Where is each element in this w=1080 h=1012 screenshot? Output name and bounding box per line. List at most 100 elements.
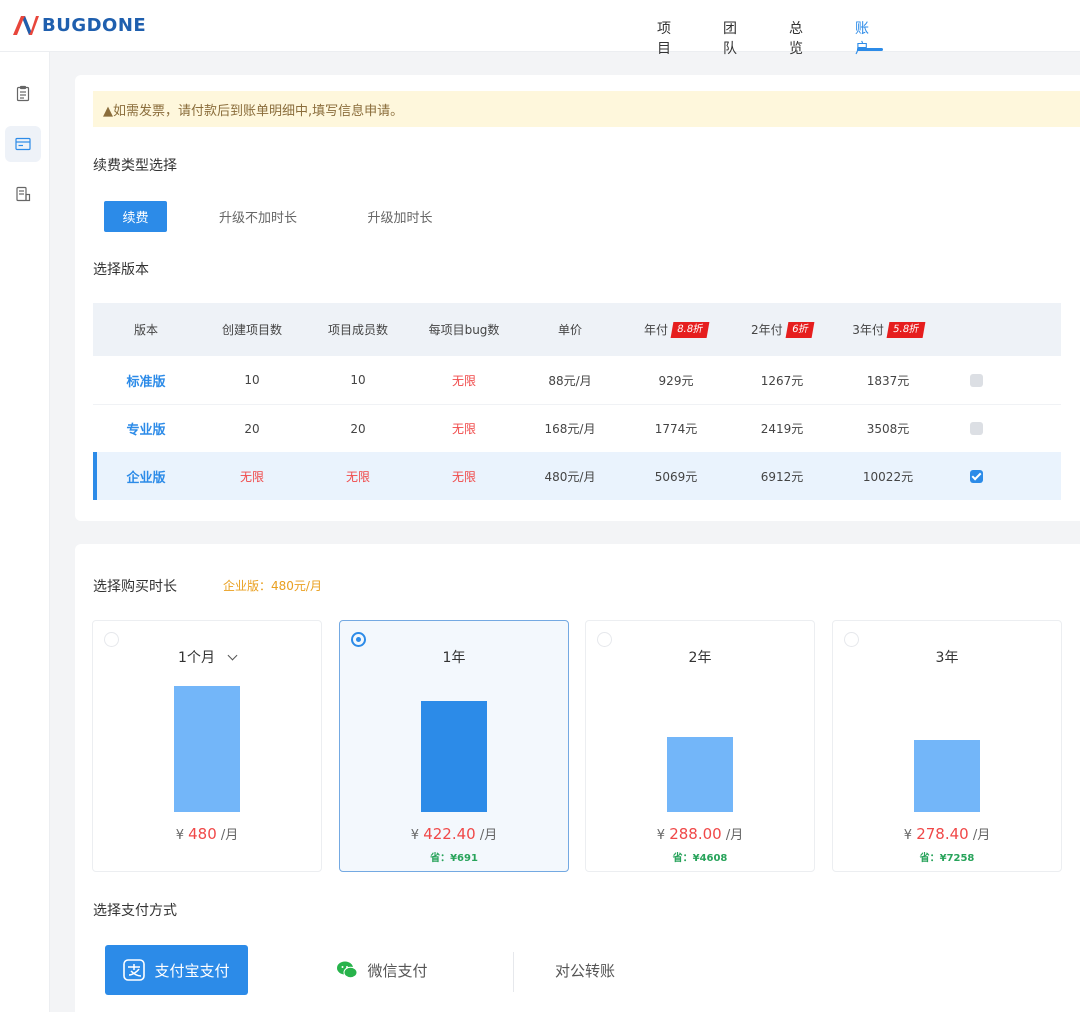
duration-radio[interactable] bbox=[104, 632, 119, 647]
duration-price: ¥ 288.00 /月 bbox=[586, 824, 814, 843]
price-unit: /月 bbox=[479, 828, 498, 843]
savings-prefix: 省：¥ bbox=[672, 853, 700, 864]
plan-members: 20 bbox=[350, 421, 366, 436]
wechat-icon bbox=[337, 961, 358, 979]
nav-item-projects[interactable]: 项目 bbox=[657, 18, 671, 58]
savings-value: 691 bbox=[457, 853, 478, 864]
sidebar-item-billing[interactable] bbox=[5, 126, 41, 162]
brand-name: BUGDONE bbox=[42, 14, 147, 36]
plan-checkbox[interactable] bbox=[969, 373, 983, 387]
plan-projects: 10 bbox=[244, 373, 260, 387]
price-value: 288.00 bbox=[669, 825, 722, 843]
col-header-2year: 2年付 6折 bbox=[729, 303, 835, 356]
duration-radio[interactable] bbox=[844, 632, 859, 647]
document-chart-icon bbox=[16, 186, 31, 202]
pay-option-bank-transfer[interactable]: 对公转账 bbox=[535, 945, 635, 995]
col-header-annual-label: 年付 bbox=[644, 323, 669, 337]
top-header: BUGDONE 项目 团队 总览 账户 bbox=[0, 0, 1080, 57]
plan-checkbox-cell bbox=[923, 356, 1029, 404]
savings-text: 省：¥4608 bbox=[586, 849, 814, 864]
col-header-edition: 版本 bbox=[133, 323, 158, 337]
plan-annual-price: 1774元 bbox=[654, 422, 698, 436]
sidebar-item-statements[interactable] bbox=[5, 176, 41, 212]
plan-name: 标准版 bbox=[126, 374, 166, 390]
plan-select-title: 选择版本 bbox=[93, 262, 149, 278]
duration-option-1month[interactable]: 1个月 ¥ 480 /月 bbox=[92, 620, 322, 872]
renewal-card: ▲如需发票，请付款后到账单明细中,填写信息申请。 续费类型选择 续费 升级不加时… bbox=[75, 75, 1080, 521]
chevron-down-icon[interactable] bbox=[227, 650, 238, 661]
duration-option-3year[interactable]: 3年 ¥ 278.40 /月 省：¥7258 bbox=[832, 620, 1062, 872]
plan-2year-price: 2419元 bbox=[760, 422, 804, 436]
price-bar bbox=[667, 737, 733, 812]
price-value: 278.40 bbox=[916, 825, 969, 843]
nav-active-indicator bbox=[857, 48, 883, 51]
price-unit: /月 bbox=[972, 828, 991, 843]
plan-bugs: 无限 bbox=[451, 373, 476, 388]
renew-option-renew[interactable]: 续费 bbox=[104, 201, 167, 232]
duration-label: 1个月 bbox=[178, 650, 215, 666]
table-row[interactable]: 专业版 20 20 无限 168元/月 1774元 2419元 3508元 bbox=[93, 404, 1061, 452]
duration-radio[interactable] bbox=[597, 632, 612, 647]
plan-2year-price: 1267元 bbox=[760, 373, 804, 388]
discount-badge: 8.8折 bbox=[670, 321, 710, 338]
plan-members: 10 bbox=[350, 373, 366, 387]
col-header-unit-price: 单价 bbox=[557, 323, 582, 337]
table-row[interactable]: 企业版 无限 无限 无限 480元/月 5069元 6912元 10022元 bbox=[93, 452, 1061, 500]
plan-2year-price: 6912元 bbox=[760, 469, 804, 484]
price-unit: /月 bbox=[725, 828, 744, 843]
plan-bugs: 无限 bbox=[451, 422, 476, 436]
renew-option-upgrade-with-time[interactable]: 升级加时长 bbox=[351, 201, 449, 232]
brand-logo[interactable]: BUGDONE bbox=[12, 14, 146, 36]
plan-annual-price: 5069元 bbox=[654, 469, 698, 484]
pay-option-label: 支付宝支付 bbox=[154, 961, 230, 980]
savings-value: 4608 bbox=[699, 853, 728, 864]
nav-item-overview[interactable]: 总览 bbox=[789, 18, 803, 58]
pay-option-alipay[interactable]: 支付宝支付 bbox=[105, 945, 248, 995]
sidebar bbox=[0, 52, 50, 1012]
card-icon bbox=[15, 137, 31, 151]
table-row[interactable]: 标准版 10 10 无限 88元/月 929元 1267元 1837元 bbox=[93, 356, 1061, 404]
savings-text: 省：¥691 bbox=[340, 849, 568, 864]
pay-option-wechat[interactable]: 微信支付 bbox=[315, 945, 449, 995]
invoice-notice: ▲如需发票，请付款后到账单明细中,填写信息申请。 bbox=[93, 91, 1080, 127]
duration-option-2year[interactable]: 2年 ¥ 288.00 /月 省：¥4608 bbox=[585, 620, 815, 872]
col-header-projects: 创建项目数 bbox=[221, 323, 282, 337]
price-value: 480 bbox=[188, 825, 217, 843]
alipay-icon bbox=[123, 959, 146, 981]
nav-item-team[interactable]: 团队 bbox=[723, 18, 737, 58]
duration-radio-selected[interactable] bbox=[351, 632, 366, 647]
savings-prefix: 省：¥ bbox=[430, 853, 458, 864]
plan-projects: 20 bbox=[244, 421, 260, 436]
plan-checkbox-checked[interactable] bbox=[969, 469, 983, 483]
plan-unit-price: 480元/月 bbox=[544, 469, 596, 484]
discount-badge: 6折 bbox=[785, 321, 815, 338]
col-header-bugs: 每项目bug数 bbox=[428, 323, 500, 337]
duration-option-1year[interactable]: 1年 ¥ 422.40 /月 省：¥691 bbox=[339, 620, 569, 872]
renew-option-upgrade-no-time[interactable]: 升级不加时长 bbox=[205, 201, 311, 232]
savings-text: 省：¥7258 bbox=[833, 849, 1061, 864]
price-bar bbox=[914, 740, 980, 812]
col-header-annual: 年付 8.8折 bbox=[623, 303, 729, 356]
currency-symbol: ¥ bbox=[410, 828, 420, 843]
savings-prefix: 省：¥ bbox=[919, 853, 947, 864]
nav-item-account[interactable]: 账户 bbox=[855, 18, 869, 58]
duration-title: 选择购买时长 bbox=[93, 579, 177, 595]
selected-plan-tag: 企业版：480元/月 bbox=[223, 579, 322, 593]
plan-bugs: 无限 bbox=[451, 469, 476, 484]
plan-checkbox-cell bbox=[923, 452, 1029, 500]
plan-checkbox[interactable] bbox=[969, 422, 983, 435]
divider bbox=[513, 952, 514, 992]
currency-symbol: ¥ bbox=[903, 828, 913, 843]
payment-title: 选择支付方式 bbox=[93, 903, 177, 919]
col-header-3year: 3年付 5.8折 bbox=[835, 303, 941, 356]
duration-label: 1年 bbox=[442, 650, 466, 666]
sidebar-item-orders[interactable] bbox=[5, 76, 41, 112]
discount-badge: 5.8折 bbox=[886, 321, 926, 338]
duration-label-wrap: 1个月 bbox=[93, 647, 321, 667]
plan-projects: 无限 bbox=[239, 469, 264, 484]
logo-mark-icon bbox=[13, 16, 39, 35]
duration-price: ¥ 480 /月 bbox=[93, 824, 321, 843]
plan-name: 专业版 bbox=[126, 423, 166, 438]
duration-payment-card: 选择购买时长 企业版：480元/月 1个月 ¥ 480 /月 1年 ¥ 422.… bbox=[75, 544, 1080, 1012]
duration-price: ¥ 422.40 /月 bbox=[340, 824, 568, 843]
